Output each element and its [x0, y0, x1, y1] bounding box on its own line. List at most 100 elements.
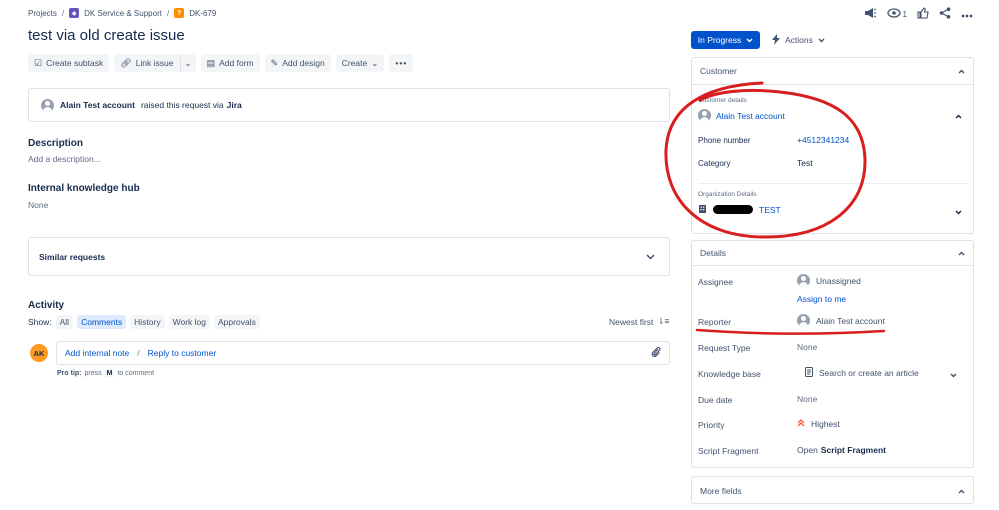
add-internal-note-link[interactable]: Add internal note [65, 348, 129, 358]
more-toolbar-button[interactable]: ••• [389, 54, 414, 72]
pro-tip: Pro tip: press M to comment [57, 370, 155, 377]
customer-panel: Customer Customer details Alain Test acc… [691, 57, 974, 234]
comment-separator: / [137, 348, 140, 358]
due-date-label: Due date [698, 395, 733, 405]
add-form-button[interactable]: ▤ Add form [200, 54, 260, 72]
share-icon[interactable] [939, 7, 951, 22]
create-button[interactable]: Create ⌄ [335, 54, 385, 72]
more-fields-header[interactable]: More fields [692, 477, 973, 505]
organization-row[interactable]: TEST [698, 204, 781, 215]
watch-count: 1 [902, 10, 907, 19]
attachment-paperclip-icon[interactable] [651, 346, 661, 361]
activity-filter-bar: Show: All Comments History Work log Appr… [28, 315, 260, 329]
filter-approvals[interactable]: Approvals [214, 315, 260, 329]
customer-heading: Customer [700, 66, 737, 76]
chevron-down-icon [646, 252, 655, 262]
more-dots-icon: ••• [395, 58, 408, 68]
breadcrumb: Projects / ◆ DK Service & Support / ? DK… [28, 8, 216, 18]
chevron-down-icon[interactable] [955, 207, 962, 217]
chevron-up-icon[interactable] [955, 111, 962, 121]
request-type-value[interactable]: None [797, 342, 817, 352]
keyboard-shortcut-key: M [104, 370, 115, 377]
chevron-up-icon [958, 248, 965, 258]
phone-label: Phone number [698, 136, 751, 145]
priority-field[interactable]: Highest [797, 419, 840, 429]
reporter-field[interactable]: Alain Test account [797, 314, 885, 327]
request-type-label: Request Type [698, 343, 751, 353]
chevron-down-icon: ⌄ [371, 57, 379, 68]
status-transition-button[interactable]: In Progress [691, 31, 760, 49]
lightning-icon [772, 33, 780, 47]
create-subtask-button[interactable]: ☑ Create subtask [28, 54, 110, 72]
add-design-button[interactable]: ✎ Add design [264, 54, 331, 72]
watch-eye-icon[interactable] [886, 8, 901, 21]
filter-history[interactable]: History [130, 315, 165, 329]
assignee-value: Unassigned [816, 275, 861, 286]
assignee-field[interactable]: Unassigned [797, 274, 861, 287]
divider [698, 183, 968, 184]
similar-requests-label: Similar requests [39, 251, 106, 262]
issue-title[interactable]: test via old create issue [28, 27, 185, 44]
customer-details-row[interactable]: Alain Test account [698, 109, 785, 122]
customer-name[interactable]: Alain Test account [716, 111, 785, 121]
filter-work-log[interactable]: Work log [168, 315, 211, 329]
link-issue-button[interactable]: 🔗︎ Link issue [114, 54, 180, 72]
details-panel-header[interactable]: Details [692, 241, 973, 266]
subtask-icon: ☑ [34, 57, 43, 68]
phone-value[interactable]: +4512341234 [797, 135, 849, 145]
project-icon: ◆ [69, 8, 80, 18]
knowledge-base-field[interactable]: Search or create an article [805, 367, 919, 379]
current-user-avatar: AK [30, 344, 48, 362]
details-heading: Details [700, 248, 726, 258]
script-fragment-field[interactable]: Open Script Fragment [797, 445, 886, 455]
assign-to-me-link[interactable]: Assign to me [797, 294, 846, 304]
issue-header-actions: 1 [864, 7, 973, 22]
assignee-avatar-icon [797, 274, 810, 287]
more-actions-icon[interactable] [961, 9, 973, 21]
more-fields-panel[interactable]: More fields [691, 476, 974, 504]
link-issue-dropdown-button[interactable]: ⌄ [179, 54, 196, 72]
thumbs-up-icon[interactable] [917, 7, 929, 22]
feedback-megaphone-icon[interactable] [864, 7, 877, 22]
priority-value: Highest [811, 419, 840, 429]
organization-value[interactable]: TEST [759, 205, 781, 215]
raised-channel: Jira [226, 100, 242, 110]
details-panel: Details Assignee Unassigned Assign to me… [691, 240, 974, 468]
sort-icon: ⇂≡ [657, 316, 670, 326]
due-date-value[interactable]: None [797, 394, 817, 404]
breadcrumb-issue-key[interactable]: DK-679 [189, 9, 216, 18]
customer-details-label: Customer details [698, 97, 747, 104]
filter-comments[interactable]: Comments [77, 315, 127, 329]
issue-type-icon: ? [174, 8, 185, 18]
customer-panel-header[interactable]: Customer [692, 58, 973, 85]
design-brush-icon: ✎ [270, 57, 279, 68]
actions-button[interactable]: Actions [772, 31, 825, 49]
article-icon [805, 367, 813, 379]
description-heading: Description [28, 138, 84, 149]
priority-highest-icon [797, 419, 805, 429]
description-placeholder[interactable]: Add a description... [28, 154, 101, 164]
comment-box[interactable]: Add internal note / Reply to customer [56, 341, 670, 365]
show-label: Show: [28, 317, 52, 327]
reporter-value: Alain Test account [816, 315, 885, 326]
chevron-up-icon [958, 66, 965, 76]
script-fragment-link[interactable]: Script Fragment [821, 445, 886, 455]
sort-order-button[interactable]: Newest first ⇂≡ [609, 316, 670, 327]
priority-label: Priority [698, 420, 725, 430]
similar-requests-panel[interactable]: Similar requests [28, 237, 670, 276]
issue-toolbar: ☑ Create subtask 🔗︎ Link issue ⌄ ▤ Add f… [28, 54, 414, 72]
knowledge-hub-value: None [28, 200, 49, 210]
category-label: Category [698, 159, 731, 168]
raiser-name[interactable]: Alain Test account [60, 100, 135, 110]
user-avatar-icon [41, 98, 54, 112]
reporter-avatar-icon [797, 314, 810, 327]
breadcrumb-projects[interactable]: Projects [28, 9, 57, 18]
filter-all[interactable]: All [55, 315, 74, 329]
reply-to-customer-link[interactable]: Reply to customer [148, 348, 217, 358]
chevron-down-icon[interactable] [950, 370, 957, 380]
breadcrumb-project[interactable]: DK Service & Support [84, 9, 162, 18]
knowledge-hub-heading: Internal knowledge hub [28, 183, 140, 194]
building-icon [698, 204, 707, 215]
more-fields-heading: More fields [700, 486, 742, 496]
reporter-label: Reporter [698, 317, 732, 327]
